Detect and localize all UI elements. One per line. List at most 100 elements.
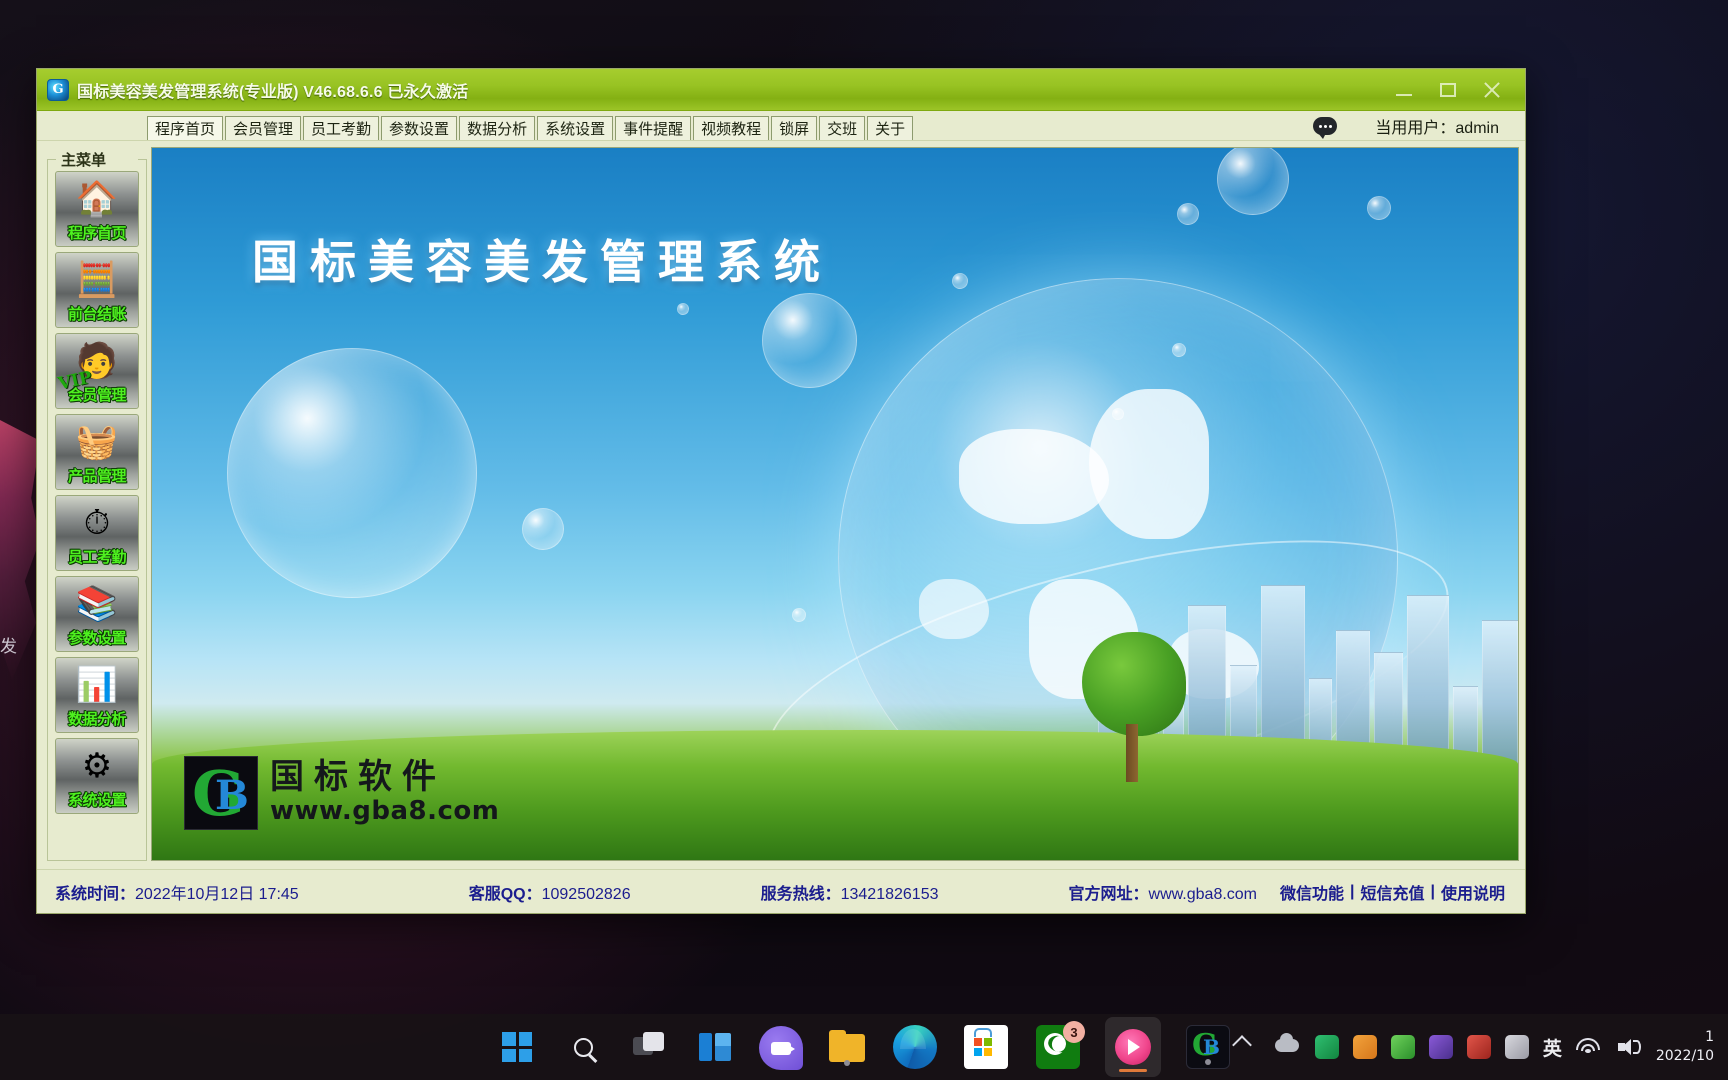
gb-logo-icon: G B <box>184 756 258 830</box>
status-system-time: 系统时间：2022年10月12日 17:45 <box>55 880 299 904</box>
sidebar-item-system-settings[interactable]: ⚙ 系统设置 <box>55 738 139 814</box>
attendance-clock-icon: ⏱ <box>83 504 111 542</box>
company-logo: G B 国标软件 www.gba8.com <box>184 756 499 830</box>
maximize-button[interactable] <box>1435 77 1461 103</box>
sidebar-item-label: 员工考勤 <box>67 549 127 566</box>
checkout-icon: 🧮 <box>75 261 119 299</box>
xbox-notification-badge: 3 <box>1063 1021 1085 1043</box>
tab-lock-screen[interactable]: 锁屏 <box>771 116 818 140</box>
search-button[interactable] <box>561 1025 605 1069</box>
status-website: 官方网址：www.gba8.com <box>1069 880 1258 904</box>
status-system-time-label: 系统时间： <box>55 885 136 903</box>
sidebar-item-label: 程序首页 <box>67 225 127 242</box>
start-button[interactable] <box>495 1025 539 1069</box>
file-explorer-button[interactable] <box>825 1025 869 1069</box>
bubble-small-a <box>522 508 564 550</box>
tab-system-settings[interactable]: 系统设置 <box>537 116 614 140</box>
main-tab-bar: 程序首页 会员管理 员工考勤 参数设置 数据分析 系统设置 事件提醒 视频教程 … <box>37 111 1525 141</box>
sidebar-item-parameter-settings[interactable]: 📚 参数设置 <box>55 576 139 652</box>
sidebar-legend: 主菜单 <box>57 149 111 170</box>
widgets-button[interactable] <box>693 1025 737 1069</box>
media-player-button[interactable] <box>1105 1017 1161 1077</box>
sidebar: 主菜单 🏠 程序首页 🧮 前台结账 🧑 VIP 会员管理 🧺 产品管理 ⏱ 员工… <box>43 147 147 861</box>
bubble-large-left <box>227 348 477 598</box>
sidebar-item-front-desk-checkout[interactable]: 🧮 前台结账 <box>55 252 139 328</box>
edge-button[interactable] <box>893 1025 937 1069</box>
link-sms-recharge[interactable]: 短信充值 <box>1360 880 1424 904</box>
gear-wrench-icon: ⚙ <box>81 747 113 785</box>
sidebar-item-data-analysis[interactable]: 📊 数据分析 <box>55 657 139 733</box>
message-bubble-icon[interactable] <box>1313 117 1338 139</box>
tray-app-icon-2[interactable] <box>1352 1035 1377 1059</box>
tab-video-tutorial[interactable]: 视频教程 <box>693 116 770 140</box>
tab-shift-change[interactable]: 交班 <box>819 116 866 140</box>
microsoft-store-button[interactable] <box>964 1025 1008 1069</box>
tab-about[interactable]: 关于 <box>867 116 914 140</box>
tab-data-analysis[interactable]: 数据分析 <box>459 116 536 140</box>
window-title: 国标美容美发管理系统(专业版) V46.68.6.6 已永久激活 <box>77 83 469 101</box>
sidebar-item-label: 参数设置 <box>67 630 127 647</box>
status-qq-label: 客服QQ： <box>468 885 542 903</box>
status-qq: 客服QQ：1092502826 <box>469 880 631 904</box>
sidebar-item-product-management[interactable]: 🧺 产品管理 <box>55 414 139 490</box>
tray-app-icon-3[interactable] <box>1390 1035 1415 1059</box>
tray-app-icon-4[interactable] <box>1428 1035 1453 1059</box>
app-logo-icon: G <box>47 78 69 101</box>
pie-chart-icon: 📊 <box>75 666 119 704</box>
ime-language-indicator[interactable]: 英 <box>1543 1034 1562 1061</box>
link-separator: | <box>1350 882 1355 900</box>
window-body: 主菜单 🏠 程序首页 🧮 前台结账 🧑 VIP 会员管理 🧺 产品管理 ⏱ 员工… <box>37 141 1525 869</box>
bubble-tiny-d <box>1172 343 1186 357</box>
status-qq-value: 1092502826 <box>541 885 631 903</box>
parameter-books-icon: 📚 <box>75 585 119 623</box>
task-view-button[interactable] <box>627 1025 671 1069</box>
clock[interactable]: 1 2022/10 <box>1656 1028 1718 1066</box>
chevron-up-icon[interactable] <box>1231 1034 1261 1060</box>
home-icon: 🏠 <box>75 180 119 218</box>
tray-app-icon-1[interactable] <box>1314 1035 1339 1059</box>
sidebar-item-program-home[interactable]: 🏠 程序首页 <box>55 171 139 247</box>
minimize-button[interactable] <box>1391 77 1417 103</box>
sidebar-item-label: 前台结账 <box>67 306 127 323</box>
status-hotline-value: 13421826153 <box>840 885 939 903</box>
sidebar-item-employee-attendance[interactable]: ⏱ 员工考勤 <box>55 495 139 571</box>
chat-button[interactable] <box>759 1026 803 1070</box>
taskbar-items: 3 GB <box>495 1014 1233 1080</box>
bubble-tiny-g <box>792 608 806 622</box>
tab-employee-attendance[interactable]: 员工考勤 <box>303 116 380 140</box>
tab-member-management[interactable]: 会员管理 <box>225 116 302 140</box>
status-hotline-label: 服务热线： <box>760 885 841 903</box>
sidebar-item-label: 会员管理 <box>67 387 127 404</box>
onedrive-cloud-icon[interactable] <box>1274 1033 1301 1060</box>
bubble-medium <box>762 293 857 388</box>
sidebar-item-member-management[interactable]: 🧑 VIP 会员管理 <box>55 333 139 409</box>
link-usage-instructions[interactable]: 使用说明 <box>1441 880 1505 904</box>
sidebar-item-label: 产品管理 <box>67 468 127 485</box>
link-separator: | <box>1430 882 1435 900</box>
bubble-tiny-b <box>1367 196 1391 220</box>
company-url: www.gba8.com <box>270 795 500 826</box>
status-bar: 系统时间：2022年10月12日 17:45 客服QQ：1092502826 服… <box>37 869 1525 913</box>
gbruanjian-app-button[interactable]: GB <box>1186 1025 1230 1069</box>
status-hotline: 服务热线：13421826153 <box>761 880 939 904</box>
speaker-icon[interactable] <box>1616 1034 1642 1060</box>
product-icon: 🧺 <box>75 423 119 461</box>
clock-date: 2022/10 <box>1655 1048 1714 1064</box>
tab-event-reminder[interactable]: 事件提醒 <box>615 116 692 140</box>
wifi-icon[interactable] <box>1575 1034 1602 1060</box>
status-system-time-value: 2022年10月12日 17:45 <box>135 885 299 903</box>
status-website-value: www.gba8.com <box>1148 885 1258 903</box>
bubble-top-right <box>1217 148 1289 215</box>
user-area: 当用用户：admin <box>1313 114 1525 140</box>
current-user-label: 当用用户：admin <box>1375 120 1499 137</box>
link-wechat-feature[interactable]: 微信功能 <box>1280 880 1344 904</box>
tray-app-icon-6[interactable] <box>1504 1035 1529 1059</box>
tab-program-home[interactable]: 程序首页 <box>147 116 224 140</box>
sidebar-item-label: 数据分析 <box>67 711 127 728</box>
running-indicator <box>1205 1059 1211 1065</box>
close-button[interactable] <box>1479 77 1505 103</box>
xbox-button[interactable]: 3 <box>1036 1021 1085 1069</box>
status-links: 微信功能 | 短信充值 | 使用说明 <box>1280 880 1505 904</box>
tray-app-icon-5[interactable] <box>1466 1035 1491 1059</box>
tab-parameter-settings[interactable]: 参数设置 <box>381 116 458 140</box>
